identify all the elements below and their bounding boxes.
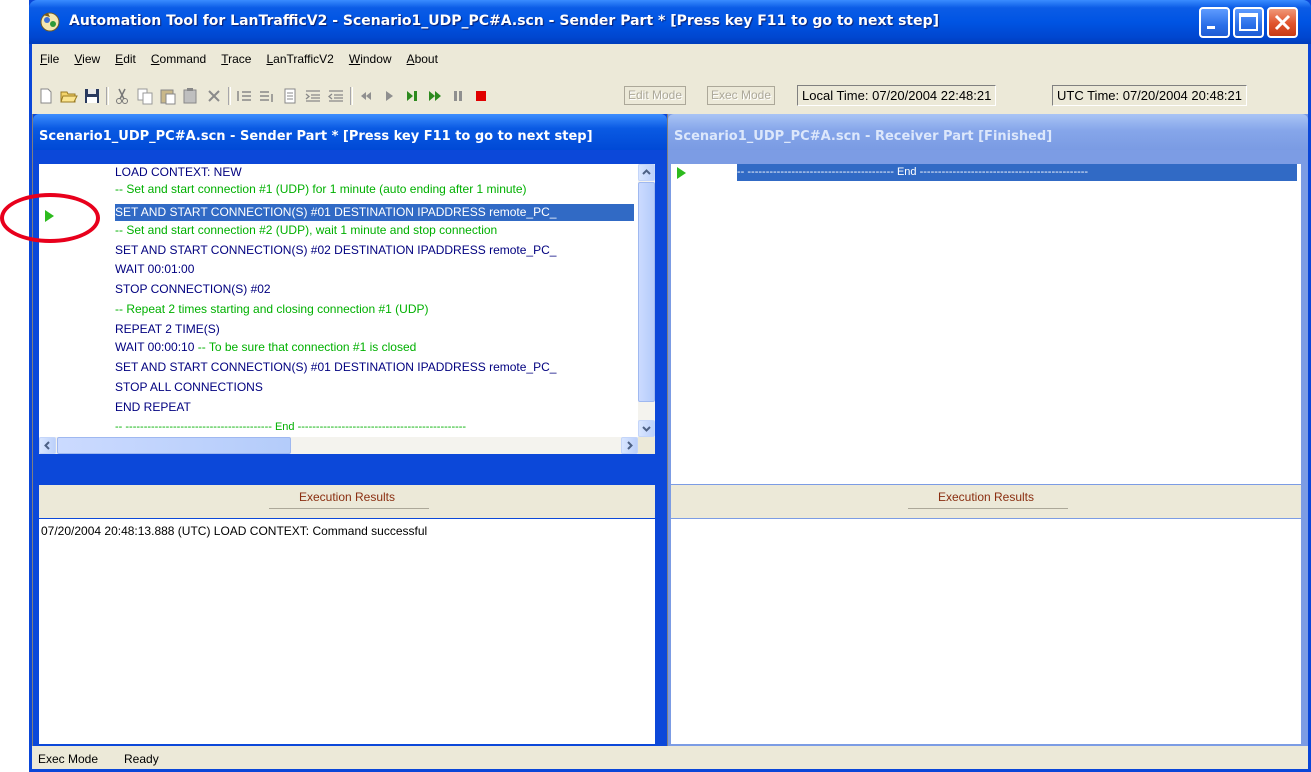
- app-icon[interactable]: [39, 11, 61, 33]
- menu-command[interactable]: Command: [143, 50, 213, 70]
- status-bar: Exec Mode Ready: [32, 748, 1308, 769]
- execution-results-label: Execution Results: [937, 490, 1035, 504]
- script-line[interactable]: STOP ALL CONNECTIONS: [115, 379, 263, 396]
- status-state: Ready: [124, 752, 159, 766]
- sender-vertical-scrollbar[interactable]: [638, 164, 655, 437]
- cut-icon[interactable]: [112, 86, 132, 106]
- title-bar[interactable]: Automation Tool for LanTrafficV2 - Scena…: [29, 0, 1311, 44]
- sender-script-pane[interactable]: LOAD CONTEXT: NEW -- Set and start conne…: [39, 164, 655, 454]
- chevron-up-icon: [642, 169, 651, 175]
- client-area: File View Edit Command Trace LanTrafficV…: [32, 44, 1308, 769]
- script-line[interactable]: SET AND START CONNECTION(S) #02 DESTINAT…: [115, 242, 556, 259]
- script-line-selected[interactable]: SET AND START CONNECTION(S) #01 DESTINAT…: [115, 204, 634, 221]
- paste-special-icon[interactable]: [181, 86, 201, 106]
- highlight-circle-annotation: [0, 193, 100, 243]
- utc-time-display: UTC Time: 07/20/2004 20:48:21: [1052, 85, 1248, 106]
- script-comment: -- To be sure that connection #1 is clos…: [194, 340, 417, 354]
- script-line[interactable]: END REPEAT: [115, 399, 191, 416]
- menu-bar: File View Edit Command Trace LanTrafficV…: [32, 50, 445, 70]
- receiver-script-pane[interactable]: -- -------------------------------------…: [671, 164, 1301, 484]
- remove-line-icon[interactable]: [257, 86, 277, 106]
- receiver-end-line[interactable]: -- -------------------------------------…: [737, 164, 1297, 181]
- script-line[interactable]: -- -------------------------------------…: [115, 419, 466, 436]
- close-button[interactable]: [1267, 7, 1298, 38]
- menu-lantrafficv2[interactable]: LanTrafficV2: [258, 50, 340, 70]
- sender-results-header: Execution Results: [39, 485, 655, 518]
- delete-icon[interactable]: [204, 86, 224, 106]
- execution-results-label: Execution Results: [298, 490, 396, 504]
- menu-view[interactable]: View: [66, 50, 107, 70]
- pause-icon[interactable]: [448, 86, 468, 106]
- rewind-icon[interactable]: [356, 86, 376, 106]
- script-line[interactable]: WAIT 00:00:10 -- To be sure that connect…: [115, 339, 416, 356]
- local-time-display: Local Time: 07/20/2004 22:48:21: [797, 85, 997, 106]
- script-line[interactable]: STOP CONNECTION(S) #02: [115, 281, 271, 298]
- script-line[interactable]: -- Repeat 2 times starting and closing c…: [115, 301, 428, 318]
- app-window: Automation Tool for LanTrafficV2 - Scena…: [29, 0, 1311, 772]
- menu-trace[interactable]: Trace: [213, 50, 258, 70]
- close-icon: [1274, 14, 1291, 31]
- receiver-window-title[interactable]: Scenario1_UDP_PC#A.scn - Receiver Part […: [668, 114, 1308, 150]
- new-icon[interactable]: [36, 86, 56, 106]
- toolbar: Edit Mode Exec Mode Local Time: 07/20/20…: [32, 84, 1308, 108]
- result-line: 07/20/2004 20:48:13.888 (UTC) LOAD CONTE…: [41, 524, 428, 538]
- sender-window-title[interactable]: Scenario1_UDP_PC#A.scn - Sender Part * […: [33, 114, 667, 150]
- scroll-left-button[interactable]: [39, 437, 56, 454]
- minimize-icon: [1207, 26, 1215, 29]
- scroll-down-button[interactable]: [638, 420, 655, 437]
- indent-icon[interactable]: [303, 86, 323, 106]
- paste-icon[interactable]: [158, 86, 178, 106]
- mdi-area: Scenario1_UDP_PC#A.scn - Sender Part * […: [32, 114, 1308, 746]
- save-icon[interactable]: [82, 86, 102, 106]
- edit-mode-button[interactable]: Edit Mode: [624, 86, 687, 105]
- menu-about[interactable]: About: [399, 50, 445, 70]
- fast-forward-icon[interactable]: [425, 86, 445, 106]
- scroll-thumb[interactable]: [57, 437, 291, 454]
- stop-icon[interactable]: [471, 86, 491, 106]
- menu-window[interactable]: Window: [341, 50, 399, 70]
- sender-results-pane[interactable]: 07/20/2004 20:48:13.888 (UTC) LOAD CONTE…: [39, 519, 655, 744]
- document-icon[interactable]: [280, 86, 300, 106]
- play-icon[interactable]: [379, 86, 399, 106]
- receiver-results-pane[interactable]: [671, 519, 1301, 744]
- chevron-left-icon: [44, 441, 50, 450]
- script-line[interactable]: -- Set and start connection #1 (UDP) for…: [115, 181, 527, 198]
- script-line[interactable]: WAIT 00:01:00: [115, 261, 194, 278]
- insert-line-icon[interactable]: [234, 86, 254, 106]
- sender-horizontal-scrollbar[interactable]: [39, 437, 638, 454]
- script-line[interactable]: SET AND START CONNECTION(S) #01 DESTINAT…: [115, 359, 556, 376]
- status-mode: Exec Mode: [38, 752, 99, 766]
- script-command: WAIT 00:00:10: [115, 340, 195, 354]
- exec-mode-button[interactable]: Exec Mode: [707, 86, 776, 105]
- maximize-button[interactable]: [1233, 7, 1264, 38]
- open-icon[interactable]: [59, 86, 79, 106]
- menu-edit[interactable]: Edit: [107, 50, 143, 70]
- menu-file[interactable]: File: [32, 50, 66, 70]
- sender-window[interactable]: Scenario1_UDP_PC#A.scn - Sender Part * […: [33, 114, 667, 746]
- receiver-results-header: Execution Results: [671, 485, 1301, 518]
- copy-icon[interactable]: [135, 86, 155, 106]
- current-step-arrow-icon: [677, 167, 686, 179]
- scroll-thumb[interactable]: [638, 182, 655, 402]
- window-title: Automation Tool for LanTrafficV2 - Scena…: [69, 13, 940, 29]
- script-line[interactable]: -- Set and start connection #2 (UDP), wa…: [115, 222, 497, 239]
- step-icon[interactable]: [402, 86, 422, 106]
- maximize-icon: [1239, 13, 1258, 31]
- minimize-button[interactable]: [1199, 7, 1230, 38]
- script-line[interactable]: REPEAT 2 TIME(S): [115, 321, 220, 338]
- outdent-icon[interactable]: [326, 86, 346, 106]
- chevron-right-icon: [627, 441, 633, 450]
- scroll-up-button[interactable]: [638, 164, 655, 181]
- script-line[interactable]: LOAD CONTEXT: NEW: [115, 164, 242, 181]
- scroll-right-button[interactable]: [621, 437, 638, 454]
- chevron-down-icon: [642, 426, 651, 432]
- receiver-window[interactable]: Scenario1_UDP_PC#A.scn - Receiver Part […: [668, 114, 1308, 746]
